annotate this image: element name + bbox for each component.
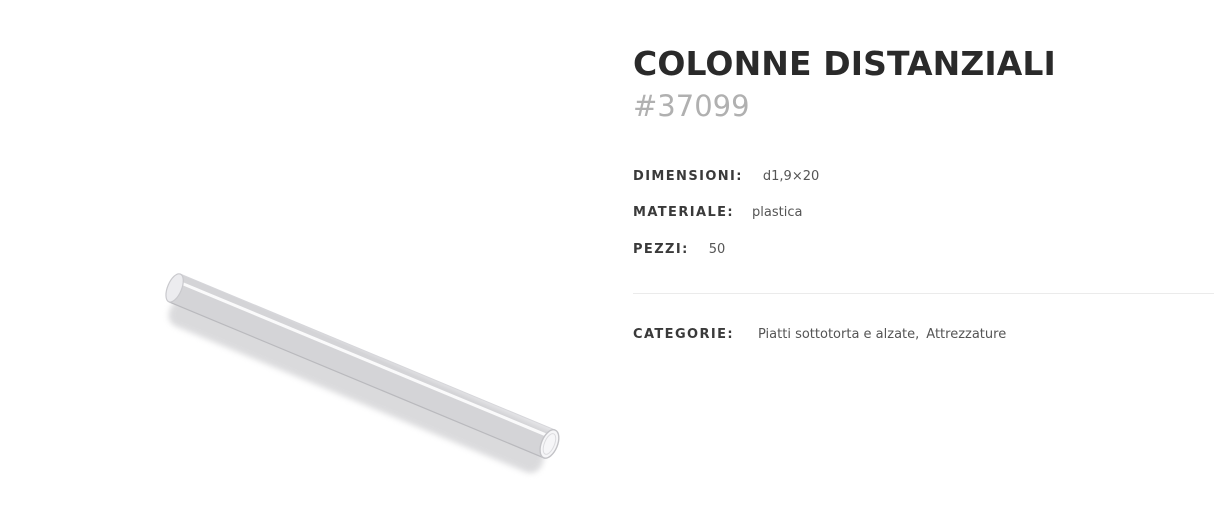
attribute-label: MATERIALE: <box>633 205 735 220</box>
category-separator: , <box>915 327 920 342</box>
attribute-dimensioni: DIMENSIONI: d1,9×20 <box>633 169 819 184</box>
product-image <box>0 0 600 524</box>
attribute-pezzi: PEZZI: 50 <box>633 242 725 257</box>
attribute-value: d1,9×20 <box>762 169 820 184</box>
divider <box>633 293 1214 294</box>
product-categories: CATEGORIE: Piatti sottotorta e alzate , … <box>633 327 1006 342</box>
plastic-tube-icon <box>165 273 560 473</box>
product-code: #37099 <box>633 89 750 123</box>
category-link-piatti-sottotorta[interactable]: Piatti sottotorta e alzate <box>758 327 915 342</box>
attribute-materiale: MATERIALE: plastica <box>633 205 802 220</box>
category-link-attrezzature[interactable]: Attrezzature <box>926 327 1006 342</box>
category-list: Piatti sottotorta e alzate , Attrezzatur… <box>758 327 1006 342</box>
attribute-label: PEZZI: <box>633 242 689 257</box>
attribute-label: DIMENSIONI: <box>633 169 743 184</box>
attribute-value: plastica <box>752 205 803 220</box>
categories-label: CATEGORIE: <box>633 327 734 342</box>
product-title: COLONNE DISTANZIALI <box>633 44 1056 83</box>
product-summary: COLONNE DISTANZIALI #37099 DIMENSIONI: d… <box>633 0 1214 524</box>
attribute-value: 50 <box>708 242 726 257</box>
